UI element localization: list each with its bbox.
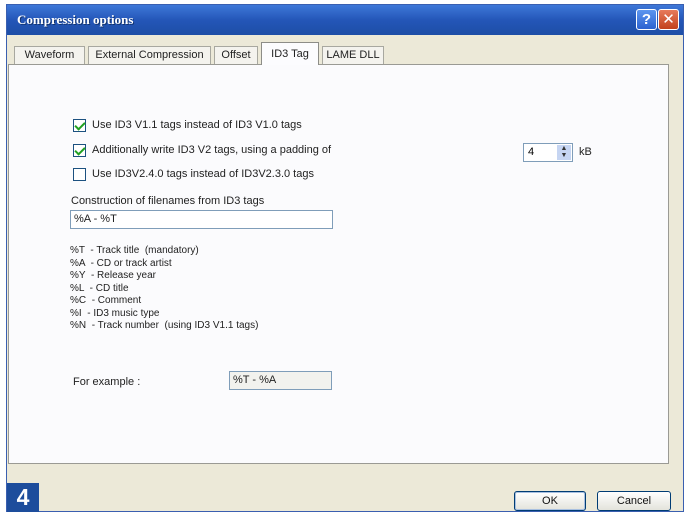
padding-value: 4 <box>528 146 535 158</box>
padding-unit: kB <box>579 146 592 158</box>
example-label: For example : <box>73 376 141 388</box>
tab-offset[interactable]: Offset <box>214 46 258 64</box>
ok-button[interactable]: OK <box>514 491 586 511</box>
tab-lame-dll[interactable]: LAME DLL <box>322 46 384 64</box>
legend-row-track-number: %N - Track number (using ID3 V1.1 tags) <box>70 320 259 331</box>
step-number-badge: 4 <box>7 483 39 512</box>
legend-row-artist: %A - CD or track artist <box>70 257 172 269</box>
filename-construction-label: Construction of filenames from ID3 tags <box>71 195 265 207</box>
legend-row-music-type: %I - ID3 music type <box>70 307 160 319</box>
tab-waveform[interactable]: Waveform <box>14 46 85 64</box>
example-output: %T - %A <box>229 371 332 390</box>
use-id3v24-label[interactable]: Use ID3V2.4.0 tags instead of ID3V2.3.0 … <box>92 168 314 180</box>
title-bar[interactable]: Compression options ? ✕ <box>7 5 683 35</box>
padding-spinbox[interactable]: 4 ▲ ▼ <box>523 143 573 162</box>
filename-pattern-input[interactable]: %A - %T <box>70 210 333 229</box>
use-id3v11-label[interactable]: Use ID3 V1.1 tags instead of ID3 V1.0 ta… <box>92 119 302 131</box>
cancel-button[interactable]: Cancel <box>597 491 671 511</box>
spin-arrows-icon[interactable]: ▲ ▼ <box>557 145 571 160</box>
tag-code-legend: %T - Track title (mandatory) %A - CD or … <box>70 245 258 333</box>
use-id3v24-checkbox[interactable] <box>73 168 86 181</box>
window-title: Compression options <box>17 12 134 27</box>
help-button[interactable]: ? <box>636 9 657 30</box>
use-id3v11-checkbox[interactable] <box>73 119 86 132</box>
legend-row-year: %Y - Release year <box>70 270 156 281</box>
legend-row-track-title: %T - Track title (mandatory) <box>70 245 199 256</box>
tab-external-compression[interactable]: External Compression <box>88 46 211 64</box>
close-button[interactable]: ✕ <box>658 9 679 30</box>
legend-row-comment: %C - Comment <box>70 295 142 306</box>
tab-id3-tag[interactable]: ID3 Tag <box>261 42 319 65</box>
write-id3v2-checkbox[interactable] <box>73 144 86 157</box>
write-id3v2-label[interactable]: Additionally write ID3 V2 tags, using a … <box>92 144 331 156</box>
legend-row-cd-title: %L - CD title <box>70 282 129 294</box>
